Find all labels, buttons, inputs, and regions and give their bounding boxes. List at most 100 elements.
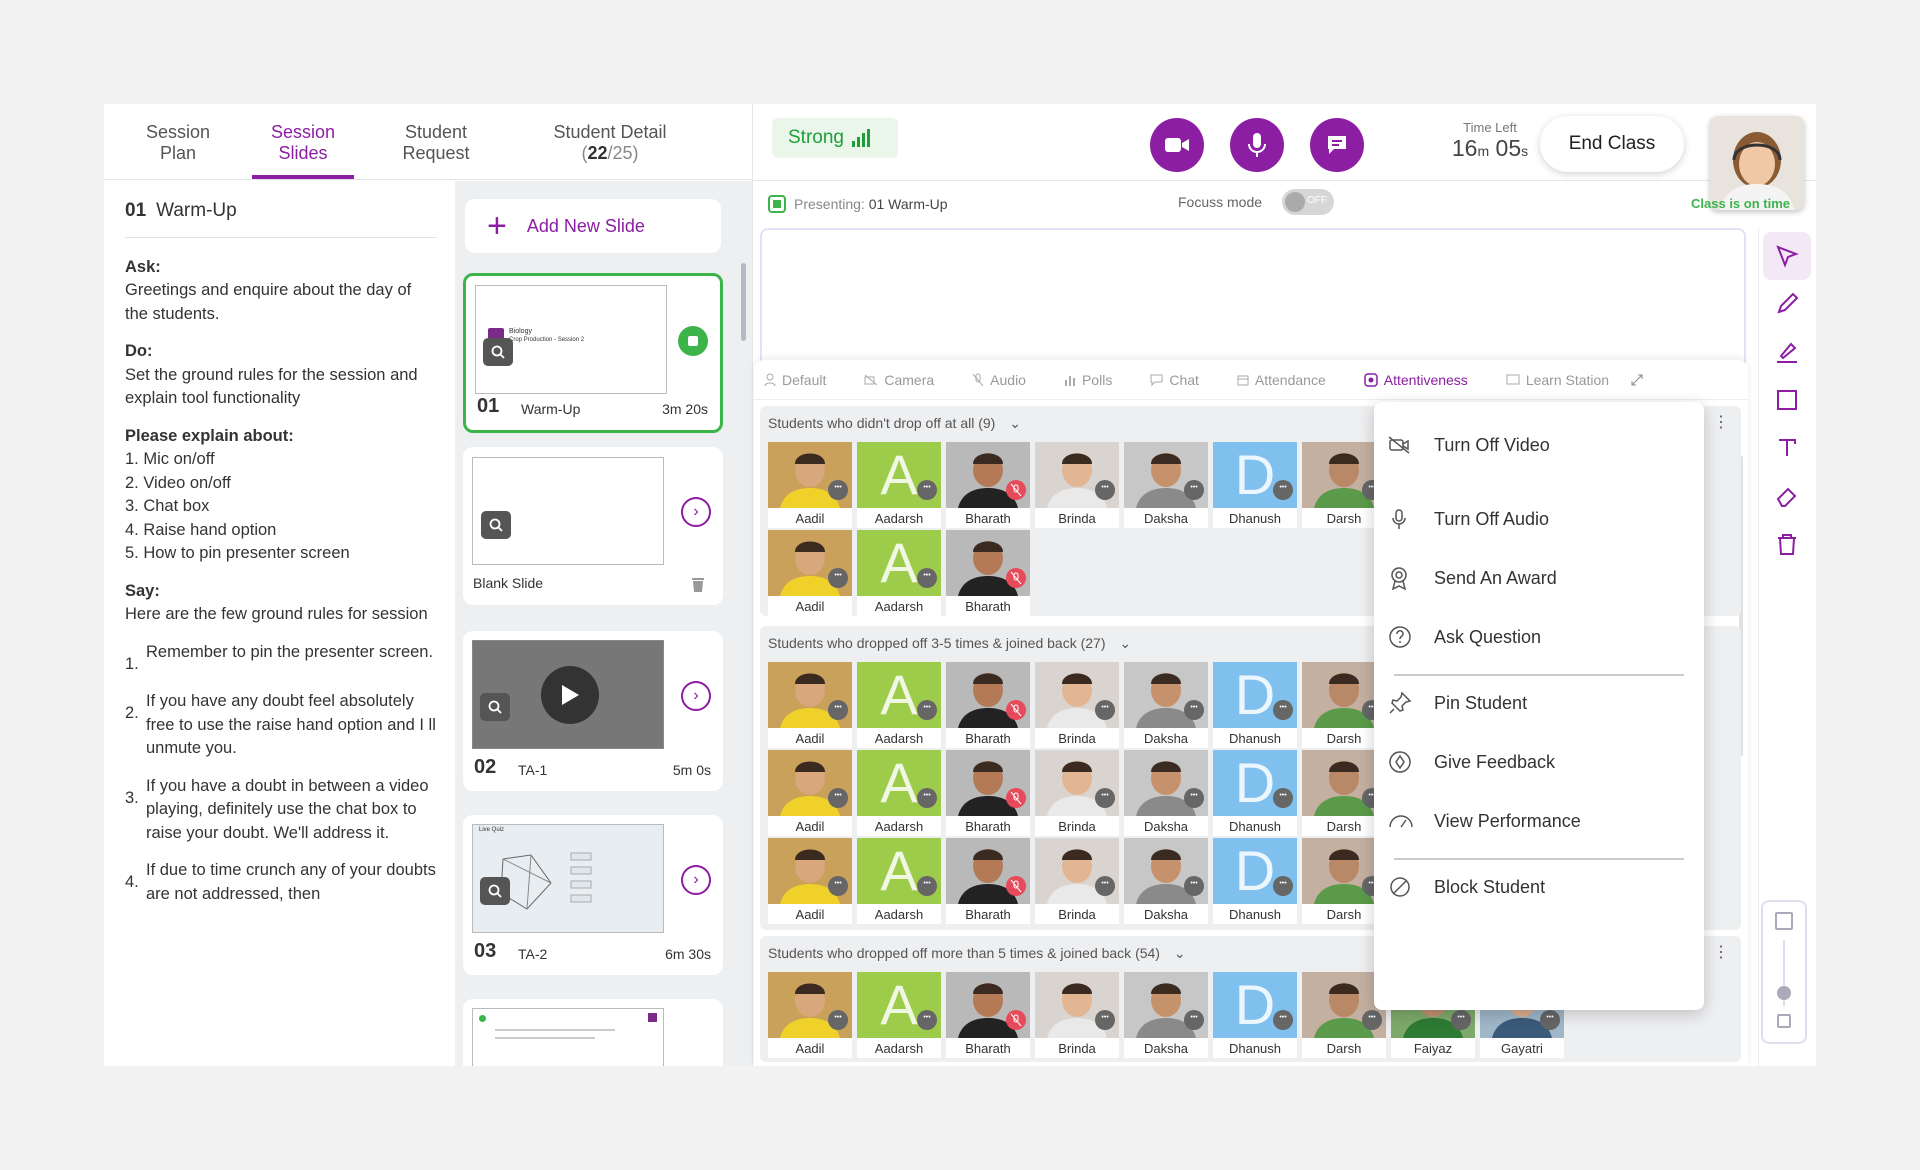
pencil-tool-icon[interactable] [1763, 280, 1811, 328]
more-options-icon[interactable]: ••• [917, 1010, 937, 1030]
zoom-icon[interactable] [481, 511, 511, 539]
focus-mode-toggle[interactable]: OFF [1282, 189, 1334, 215]
tab-session-slides[interactable]: Session Slides [252, 104, 354, 179]
more-options-icon[interactable]: ••• [828, 788, 848, 808]
student-tile[interactable]: Bharath [946, 750, 1030, 836]
student-tile[interactable]: D ••• Dhanush [1213, 750, 1297, 836]
more-options-icon[interactable]: ••• [1273, 700, 1293, 720]
more-options-icon[interactable]: ••• [1273, 1010, 1293, 1030]
eraser-tool-icon[interactable] [1763, 472, 1811, 520]
menu-item-turn-off-video[interactable]: Turn Off Video [1374, 422, 1704, 468]
student-tile[interactable]: A ••• Aadarsh [857, 662, 941, 748]
student-tile[interactable]: ••• Brinda [1035, 662, 1119, 748]
student-tile[interactable]: D ••• Dhanush [1213, 838, 1297, 924]
student-tile[interactable]: Bharath [946, 972, 1030, 1058]
menu-item-give-feedback[interactable]: Give Feedback [1374, 739, 1704, 785]
chevron-right-icon[interactable]: › [681, 497, 711, 527]
more-options-icon[interactable]: ••• [1273, 876, 1293, 896]
more-options-icon[interactable]: ••• [1095, 876, 1115, 896]
more-options-icon[interactable]: ••• [1362, 1010, 1382, 1030]
end-class-button[interactable]: End Class [1540, 116, 1684, 172]
tab-audio[interactable]: Audio [972, 372, 1026, 388]
text-tool-icon[interactable] [1763, 424, 1811, 472]
add-new-slide-button[interactable]: + Add New Slide [465, 199, 721, 253]
mic-button[interactable] [1230, 118, 1284, 172]
rectangle-tool-icon[interactable] [1763, 376, 1811, 424]
play-icon[interactable] [541, 666, 599, 724]
camera-button[interactable] [1150, 118, 1204, 172]
more-options-icon[interactable]: ••• [1095, 788, 1115, 808]
student-tile[interactable]: Bharath [946, 662, 1030, 748]
slide-card-ta-2[interactable]: Live Quiz › 03 TA-2 6m 30s [463, 815, 723, 975]
pointer-tool-icon[interactable] [1763, 232, 1811, 280]
student-tile[interactable]: D ••• Dhanush [1213, 662, 1297, 748]
collapse-icon[interactable] [1631, 374, 1643, 386]
more-options-icon[interactable]: ••• [1184, 876, 1204, 896]
chevron-right-icon[interactable]: › [681, 865, 711, 895]
more-options-icon[interactable]: ••• [1095, 1010, 1115, 1030]
tab-attentiveness[interactable]: Attentiveness [1364, 372, 1468, 388]
student-tile[interactable]: ••• Aadil [768, 662, 852, 748]
more-options-icon[interactable]: ••• [1184, 1010, 1204, 1030]
tab-session-plan[interactable]: Session Plan [104, 104, 252, 179]
student-tile[interactable]: ••• Daksha [1124, 442, 1208, 528]
student-tile[interactable]: ••• Brinda [1035, 750, 1119, 836]
more-options-icon[interactable]: ••• [1273, 788, 1293, 808]
stop-presenting-icon[interactable] [678, 326, 708, 356]
tab-learn-station[interactable]: Learn Station [1506, 372, 1609, 388]
more-options-icon[interactable]: ••• [828, 480, 848, 500]
more-options-icon[interactable]: ••• [1451, 1010, 1471, 1030]
trash-icon[interactable] [691, 577, 705, 593]
more-options-icon[interactable]: ••• [1540, 1010, 1560, 1030]
student-tile[interactable]: ••• Brinda [1035, 838, 1119, 924]
zoom-icon[interactable] [480, 877, 510, 905]
student-tile[interactable]: ••• Daksha [1124, 662, 1208, 748]
more-options-icon[interactable]: ••• [1184, 788, 1204, 808]
student-tile[interactable]: Bharath [946, 838, 1030, 924]
highlighter-tool-icon[interactable] [1763, 328, 1811, 376]
menu-item-ask-question[interactable]: Ask Question [1374, 614, 1704, 660]
student-tile[interactable]: A ••• Aadarsh [857, 750, 941, 836]
student-tile[interactable]: ••• Aadil [768, 838, 852, 924]
more-options-icon[interactable]: ••• [828, 568, 848, 588]
tab-student-detail[interactable]: Student Detail (22/25) [492, 104, 692, 179]
more-options-icon[interactable]: ••• [828, 1010, 848, 1030]
more-options-icon[interactable]: ••• [1095, 480, 1115, 500]
menu-item-turn-off-audio[interactable]: Turn Off Audio [1374, 496, 1704, 542]
slide-card-ta-1[interactable]: › 02 TA-1 5m 0s [463, 631, 723, 791]
more-options-icon[interactable]: ••• [917, 480, 937, 500]
student-tile[interactable]: ••• Brinda [1035, 442, 1119, 528]
slider-handle[interactable] [1777, 986, 1791, 1000]
student-tile[interactable]: ••• Aadil [768, 750, 852, 836]
chat-button[interactable] [1310, 118, 1364, 172]
tab-student-request[interactable]: Student Request [354, 104, 492, 179]
zoom-slider[interactable] [1761, 900, 1807, 1044]
tab-polls[interactable]: Polls [1064, 372, 1112, 388]
trash-tool-icon[interactable] [1763, 520, 1811, 568]
student-tile[interactable]: ••• Daksha [1124, 838, 1208, 924]
more-options-icon[interactable]: ••• [828, 876, 848, 896]
tab-chat[interactable]: Chat [1150, 372, 1199, 388]
student-tile[interactable]: ••• Daksha [1124, 750, 1208, 836]
student-tile[interactable]: A ••• Aadarsh [857, 838, 941, 924]
student-tile[interactable]: ••• Aadil [768, 530, 852, 616]
menu-item-block-student[interactable]: Block Student [1374, 864, 1704, 910]
tab-default[interactable]: Default [764, 372, 826, 388]
student-tile[interactable]: ••• Aadil [768, 442, 852, 528]
more-options-icon[interactable]: ••• [1273, 480, 1293, 500]
scrollbar[interactable] [741, 263, 746, 341]
more-options-icon[interactable]: ••• [1184, 700, 1204, 720]
student-tile[interactable]: Bharath [946, 442, 1030, 528]
student-tile[interactable]: ••• Brinda [1035, 972, 1119, 1058]
more-icon[interactable]: ⋮ [1713, 412, 1729, 432]
slide-card-blank[interactable]: › Blank Slide [463, 447, 723, 605]
presentation-stage[interactable] [760, 228, 1746, 368]
student-tile[interactable]: A ••• Aadarsh [857, 972, 941, 1058]
tab-attendance[interactable]: Attendance [1237, 372, 1326, 388]
student-tile[interactable]: A ••• Aadarsh [857, 442, 941, 528]
slide-card-warm-up[interactable]: Biology Crop Production - Session 2 01 W… [463, 273, 723, 433]
more-options-icon[interactable]: ••• [917, 788, 937, 808]
menu-item-send-award[interactable]: Send An Award [1374, 555, 1704, 601]
student-tile[interactable]: D ••• Dhanush [1213, 442, 1297, 528]
more-options-icon[interactable]: ••• [917, 568, 937, 588]
